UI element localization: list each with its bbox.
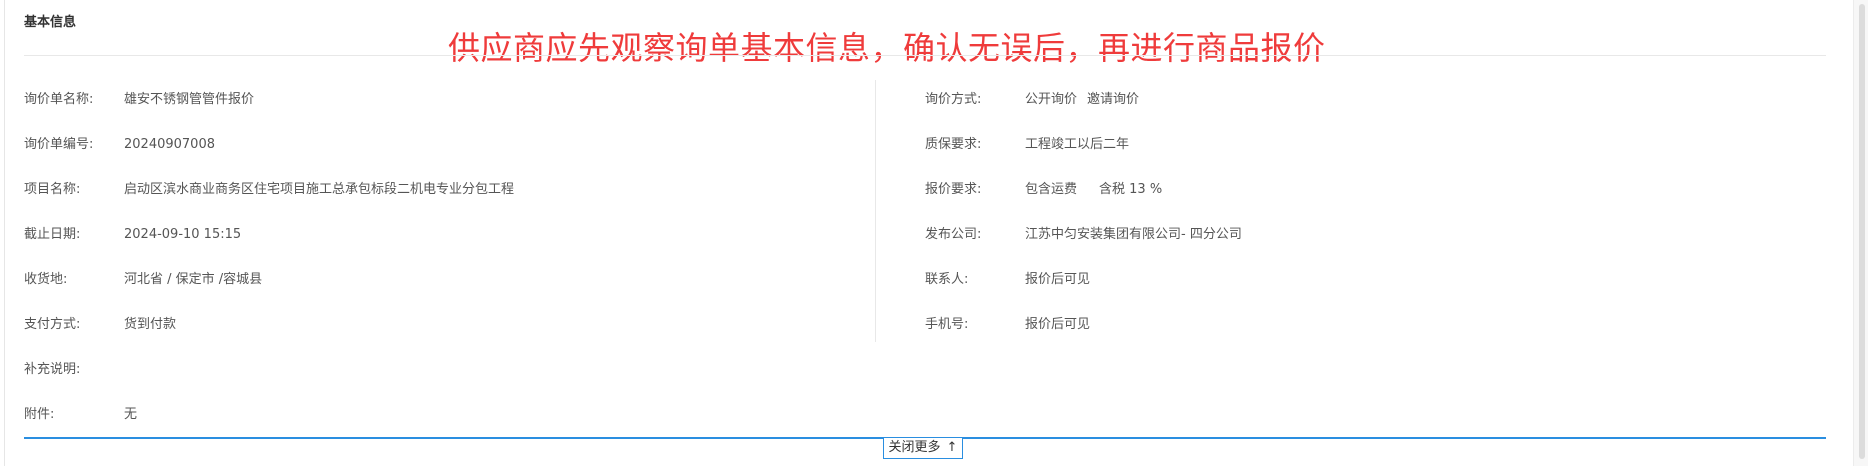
field-label: 支付方式: xyxy=(24,317,81,332)
field-value: 货到付款 xyxy=(124,317,177,332)
field-label: 询价单名称: xyxy=(24,92,94,107)
arrow-up-icon: ↑ xyxy=(946,440,958,455)
field-value: 邀请询价 xyxy=(1087,92,1140,107)
field-value: 无 xyxy=(124,407,138,422)
field-value: 2024-09-10 15:15 xyxy=(124,227,242,242)
field-label: 发布公司: xyxy=(925,227,982,242)
field-label: 质保要求: xyxy=(925,137,982,152)
close-more-label: 关闭更多 xyxy=(888,440,941,455)
column-divider xyxy=(875,80,876,342)
left-border xyxy=(4,0,5,466)
field-label: 询价单编号: xyxy=(24,137,94,152)
field-value: 江苏中匀安装集团有限公司- 四分公司 xyxy=(1025,227,1242,242)
field-value: 雄安不锈钢管管件报价 xyxy=(124,92,255,107)
field-label: 联系人: xyxy=(925,272,969,287)
field-label: 手机号: xyxy=(925,317,969,332)
field-value: 报价后可见 xyxy=(1025,272,1091,287)
notice-banner: 供应商应先观察询单基本信息，确认无误后，再进行商品报价 xyxy=(448,29,1326,67)
field-label: 询价方式: xyxy=(925,92,982,107)
field-value: 含税 13 % xyxy=(1099,182,1163,197)
close-more-button[interactable]: 关闭更多 ↑ xyxy=(883,437,963,459)
field-value: 20240907008 xyxy=(124,137,215,152)
field-label: 附件: xyxy=(24,407,55,422)
field-value: 报价后可见 xyxy=(1025,317,1091,332)
field-label: 补充说明: xyxy=(24,362,81,377)
scrollbar-track[interactable] xyxy=(1853,0,1868,466)
field-label: 项目名称: xyxy=(24,182,81,197)
field-value: 工程竣工以后二年 xyxy=(1025,137,1130,152)
field-value: 包含运费 xyxy=(1025,182,1078,197)
title-divider xyxy=(24,55,1826,56)
field-value: 公开询价 xyxy=(1025,92,1078,107)
section-title: 基本信息 xyxy=(24,15,77,30)
field-label: 收货地: xyxy=(24,272,68,287)
field-value: 河北省 / 保定市 /容城县 xyxy=(124,272,263,287)
field-value: 启动区滨水商业商务区住宅项目施工总承包标段二机电专业分包工程 xyxy=(124,182,515,197)
scrollbar-thumb[interactable] xyxy=(1859,4,1865,459)
field-label: 截止日期: xyxy=(24,227,81,242)
field-label: 报价要求: xyxy=(925,182,982,197)
